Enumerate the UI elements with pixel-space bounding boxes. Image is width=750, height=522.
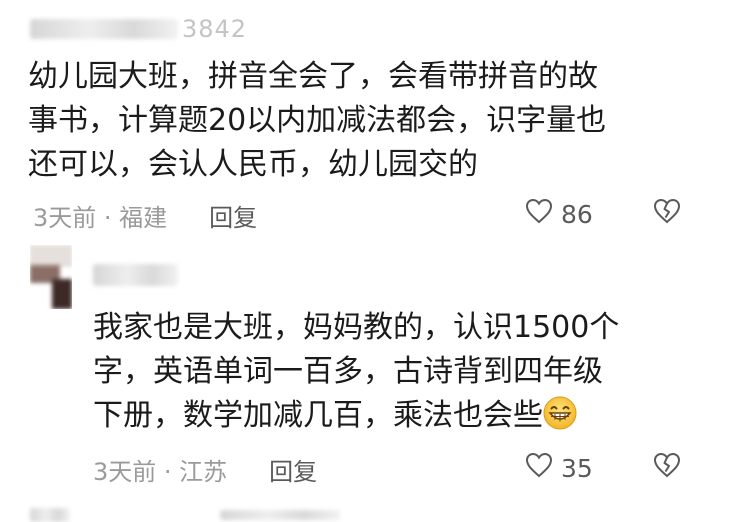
comment-2-body: 我家也是大班，妈妈教的，认识1500个 字，英语单词一百多，古诗背到四年级 下册…	[93, 306, 713, 438]
comment-1-meta: 3天前 · 福建 回复	[33, 198, 257, 233]
comment-2-actions: 35	[525, 452, 681, 484]
reply-button[interactable]: 回复	[269, 452, 317, 487]
username-visible-digits: 3842	[182, 15, 248, 43]
comment-line: 事书，计算题20以内加减法都会，识字量也	[28, 103, 607, 138]
like-count: 35	[561, 453, 593, 483]
like-button[interactable]: 35	[525, 452, 593, 484]
time-location: 3天前 · 福建	[33, 204, 168, 232]
comment-1-actions: 86	[525, 198, 681, 230]
comment-line: 幼儿园大班，拼音全会了，会看带拼音的故	[28, 59, 598, 94]
comment-1-body: 幼儿园大班，拼音全会了，会看带拼音的故 事书，计算题20以内加减法都会，识字量也…	[28, 55, 718, 187]
comment-1-username[interactable]: 3842	[30, 14, 247, 44]
heart-outline-icon	[525, 452, 553, 484]
username-blur	[93, 264, 178, 286]
comment-line-text: 下册，数学加减几百，乘法也会些	[93, 398, 543, 433]
comment-2-meta: 3天前 · 江苏 回复	[93, 452, 317, 487]
dislike-button[interactable]	[653, 198, 681, 230]
comment-2-username[interactable]	[93, 264, 178, 286]
like-button[interactable]: 86	[525, 198, 593, 230]
username-blur	[30, 19, 178, 39]
avatar[interactable]	[30, 245, 72, 309]
dislike-button[interactable]	[653, 452, 681, 484]
comment-line: 我家也是大班，妈妈教的，认识1500个	[93, 310, 620, 345]
grin-emoji-icon	[543, 396, 577, 430]
time-location: 3天前 · 江苏	[93, 458, 228, 486]
broken-heart-icon	[653, 452, 681, 484]
comment-line: 下册，数学加减几百，乘法也会些	[93, 394, 713, 438]
like-count: 86	[561, 199, 593, 229]
comment-line: 字，英语单词一百多，古诗背到四年级	[93, 354, 603, 389]
heart-outline-icon	[525, 198, 553, 230]
username-blur	[220, 510, 340, 520]
comment-line: 还可以，会认人民币，幼儿园交的	[28, 147, 478, 182]
broken-heart-icon	[653, 198, 681, 230]
reply-button[interactable]: 回复	[209, 198, 257, 233]
